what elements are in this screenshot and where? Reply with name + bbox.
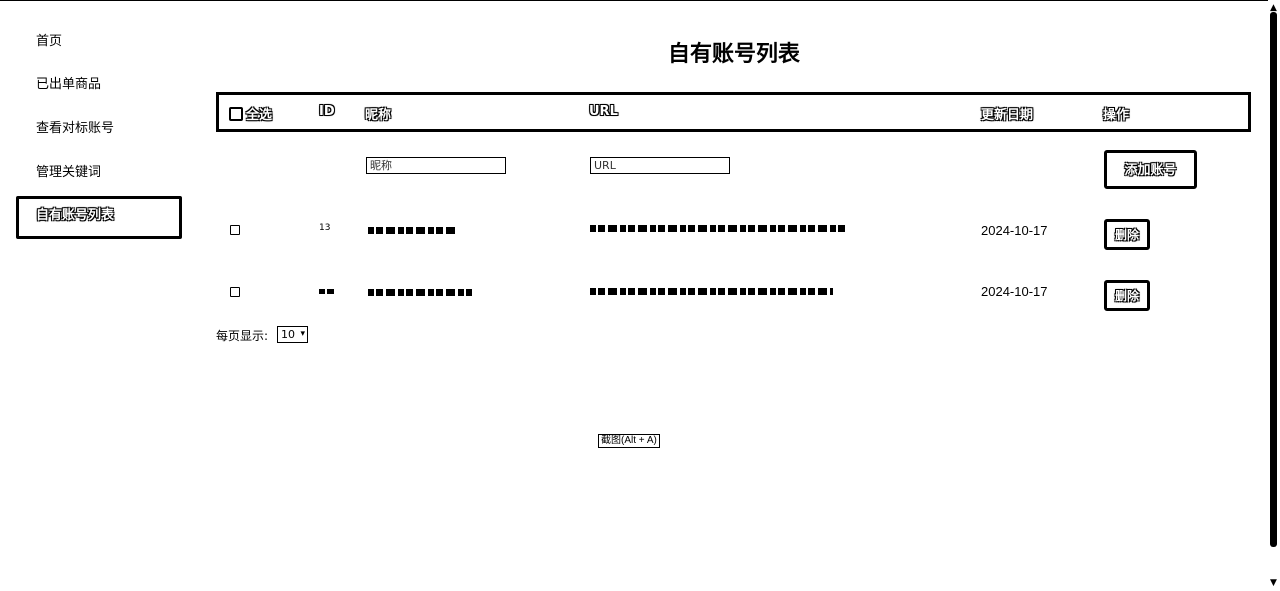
sidebar-item-label: 管理关键词 — [36, 165, 102, 180]
triangle-down-icon[interactable]: ▼ — [1270, 578, 1277, 588]
sidebar-item-own-accounts[interactable]: 自有账号列表 — [16, 196, 182, 239]
add-account-button[interactable]: 添加账号 — [1104, 150, 1197, 189]
sidebar-item-sold-products[interactable]: 已出单商品 — [16, 65, 182, 105]
sidebar-item-label: 首页 — [36, 34, 63, 49]
row-checkbox[interactable] — [230, 287, 240, 297]
nickname-input[interactable] — [366, 157, 506, 174]
column-header-update-date: 更新日期 — [981, 108, 1034, 123]
row-checkbox[interactable] — [230, 225, 240, 235]
sidebar-item-label: 已出单商品 — [36, 77, 102, 92]
sidebar-item-label: 查看对标账号 — [36, 121, 115, 136]
row-update-date: 2024-10-17 — [981, 223, 1048, 238]
column-header-action: 操作 — [1103, 108, 1130, 123]
delete-button[interactable]: 删除 — [1104, 219, 1150, 250]
sidebar-item-keywords[interactable]: 管理关键词 — [16, 153, 182, 193]
per-page-label: 每页显示: — [216, 329, 269, 343]
redacted-url — [590, 288, 833, 295]
per-page-value: 10 — [281, 328, 295, 341]
redacted-nickname — [368, 227, 457, 234]
column-header-nickname: 昵称 — [365, 108, 392, 123]
sidebar-item-label: 自有账号列表 — [36, 208, 115, 223]
redacted-id — [319, 289, 336, 294]
row-id: 13 — [319, 223, 331, 233]
window-top-border — [0, 0, 1280, 1]
select-all-header[interactable]: 全选 — [229, 104, 272, 123]
scrollbar-thumb[interactable] — [1270, 12, 1277, 547]
redacted-url — [590, 225, 848, 232]
url-input[interactable] — [590, 157, 730, 174]
table-header: 全选 ID 昵称 URL 更新日期 操作 — [216, 92, 1251, 132]
column-header-url: URL — [589, 104, 618, 119]
per-page-select[interactable]: 10 ▾ — [277, 326, 308, 343]
page-title: 自有账号列表 — [667, 42, 800, 67]
sidebar-item-home[interactable]: 首页 — [16, 22, 182, 62]
select-all-checkbox[interactable] — [229, 107, 243, 121]
chevron-down-icon: ▾ — [300, 329, 305, 339]
delete-button[interactable]: 删除 — [1104, 280, 1150, 311]
column-header-id: ID — [319, 104, 335, 119]
row-update-date: 2024-10-17 — [981, 284, 1048, 299]
screenshot-tooltip[interactable]: 截图(Alt + A) — [598, 434, 660, 448]
sidebar-item-benchmark-accounts[interactable]: 查看对标账号 — [16, 109, 182, 149]
select-all-label: 全选 — [246, 108, 273, 123]
redacted-nickname — [368, 289, 472, 296]
